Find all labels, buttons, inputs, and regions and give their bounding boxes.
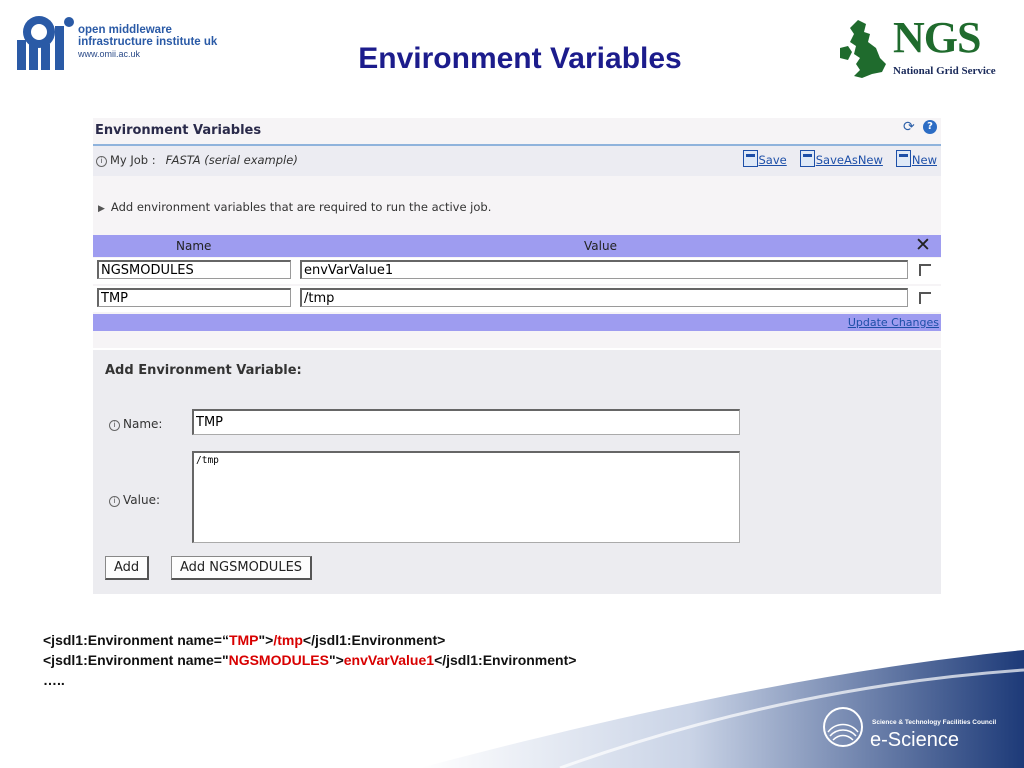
stfc-org-name: Science & Technology Facilities Council bbox=[872, 719, 997, 726]
job-label: My Job : bbox=[110, 153, 156, 167]
portlet-title: Environment Variables bbox=[95, 123, 262, 138]
job-bar: i My Job : FASTA (serial example) Save Sav… bbox=[93, 146, 941, 176]
portlet-toolbar: ⟳ ? bbox=[903, 120, 937, 134]
value-field-label: i Value: bbox=[109, 493, 160, 507]
row-value-input[interactable] bbox=[300, 288, 908, 307]
add-ngsmodules-button[interactable]: Add NGSMODULES bbox=[171, 556, 313, 580]
save-icon bbox=[742, 150, 758, 167]
stfc-logo bbox=[823, 707, 863, 747]
help-icon[interactable]: ? bbox=[923, 120, 937, 134]
info-icon: i bbox=[96, 156, 107, 167]
row-name-input[interactable] bbox=[97, 260, 291, 279]
row-name-input[interactable] bbox=[97, 288, 291, 307]
add-button[interactable]: Add bbox=[105, 556, 150, 580]
table-footer: Update Changes bbox=[93, 314, 941, 331]
triangle-right-icon: ▶ bbox=[98, 204, 105, 214]
ngs-subtitle: National Grid Service bbox=[893, 65, 996, 77]
row-delete-checkbox[interactable] bbox=[919, 264, 931, 276]
name-field-label: i Name: bbox=[109, 417, 162, 431]
table-row bbox=[93, 286, 941, 312]
new-link[interactable]: New bbox=[895, 150, 937, 167]
uk-map-icon bbox=[840, 20, 886, 78]
variables-table-header: Name Value ✕ bbox=[93, 235, 941, 257]
omii-wordmark: open middleware infrastructure institute… bbox=[78, 24, 218, 59]
save-as-new-icon bbox=[799, 150, 815, 167]
e-science-brand: e-Science bbox=[870, 729, 959, 751]
slide-title: Environment Variables bbox=[358, 42, 682, 75]
job-actions: Save SaveAsNew New bbox=[742, 150, 937, 167]
add-form-title: Add Environment Variable: bbox=[105, 363, 302, 378]
ngs-logo-text: NGS bbox=[893, 13, 981, 62]
new-variable-name-input[interactable] bbox=[192, 409, 740, 435]
column-name: Name bbox=[176, 239, 212, 253]
refresh-icon[interactable]: ⟳ bbox=[903, 120, 917, 134]
info-icon: i bbox=[109, 420, 120, 431]
job-value: FASTA (serial example) bbox=[165, 153, 298, 167]
row-value-input[interactable] bbox=[300, 260, 908, 279]
delete-x-icon[interactable]: ✕ bbox=[915, 235, 931, 255]
column-value: Value bbox=[584, 239, 617, 253]
hint-text: ▶ Add environment variables that are requ… bbox=[98, 200, 492, 214]
environment-variables-portlet: Environment Variables ⟳ ? i My Job : FASTA… bbox=[93, 118, 941, 348]
omii-logo bbox=[17, 16, 74, 70]
new-variable-value-textarea[interactable]: /tmp bbox=[192, 451, 740, 543]
table-row bbox=[93, 258, 941, 284]
save-link[interactable]: Save bbox=[742, 150, 787, 167]
row-delete-checkbox[interactable] bbox=[919, 292, 931, 304]
update-changes-link[interactable]: Update Changes bbox=[848, 316, 939, 329]
job-info: i My Job : FASTA (serial example) bbox=[96, 153, 298, 167]
save-as-new-link[interactable]: SaveAsNew bbox=[799, 150, 883, 167]
info-icon: i bbox=[109, 496, 120, 507]
new-document-icon bbox=[895, 150, 911, 167]
add-variable-form: Add Environment Variable: iName: iValue:… bbox=[93, 350, 941, 594]
